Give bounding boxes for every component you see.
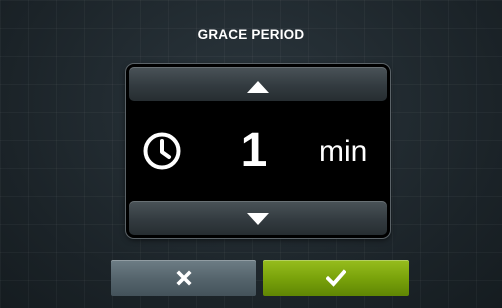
confirm-button[interactable] (263, 260, 409, 296)
cancel-button[interactable] (111, 260, 256, 296)
period-value: 1 (240, 124, 268, 177)
decrement-button[interactable] (129, 201, 387, 235)
period-unit: min (319, 135, 368, 168)
checkmark-icon (326, 269, 346, 287)
clock-icon (143, 132, 181, 170)
dialog-title: GRACE PERIOD (197, 27, 305, 42)
triangle-down-icon (247, 213, 269, 225)
x-icon (175, 270, 192, 286)
increment-button[interactable] (129, 67, 387, 101)
value-panel: 1 min (126, 64, 390, 238)
triangle-up-icon (247, 81, 269, 93)
